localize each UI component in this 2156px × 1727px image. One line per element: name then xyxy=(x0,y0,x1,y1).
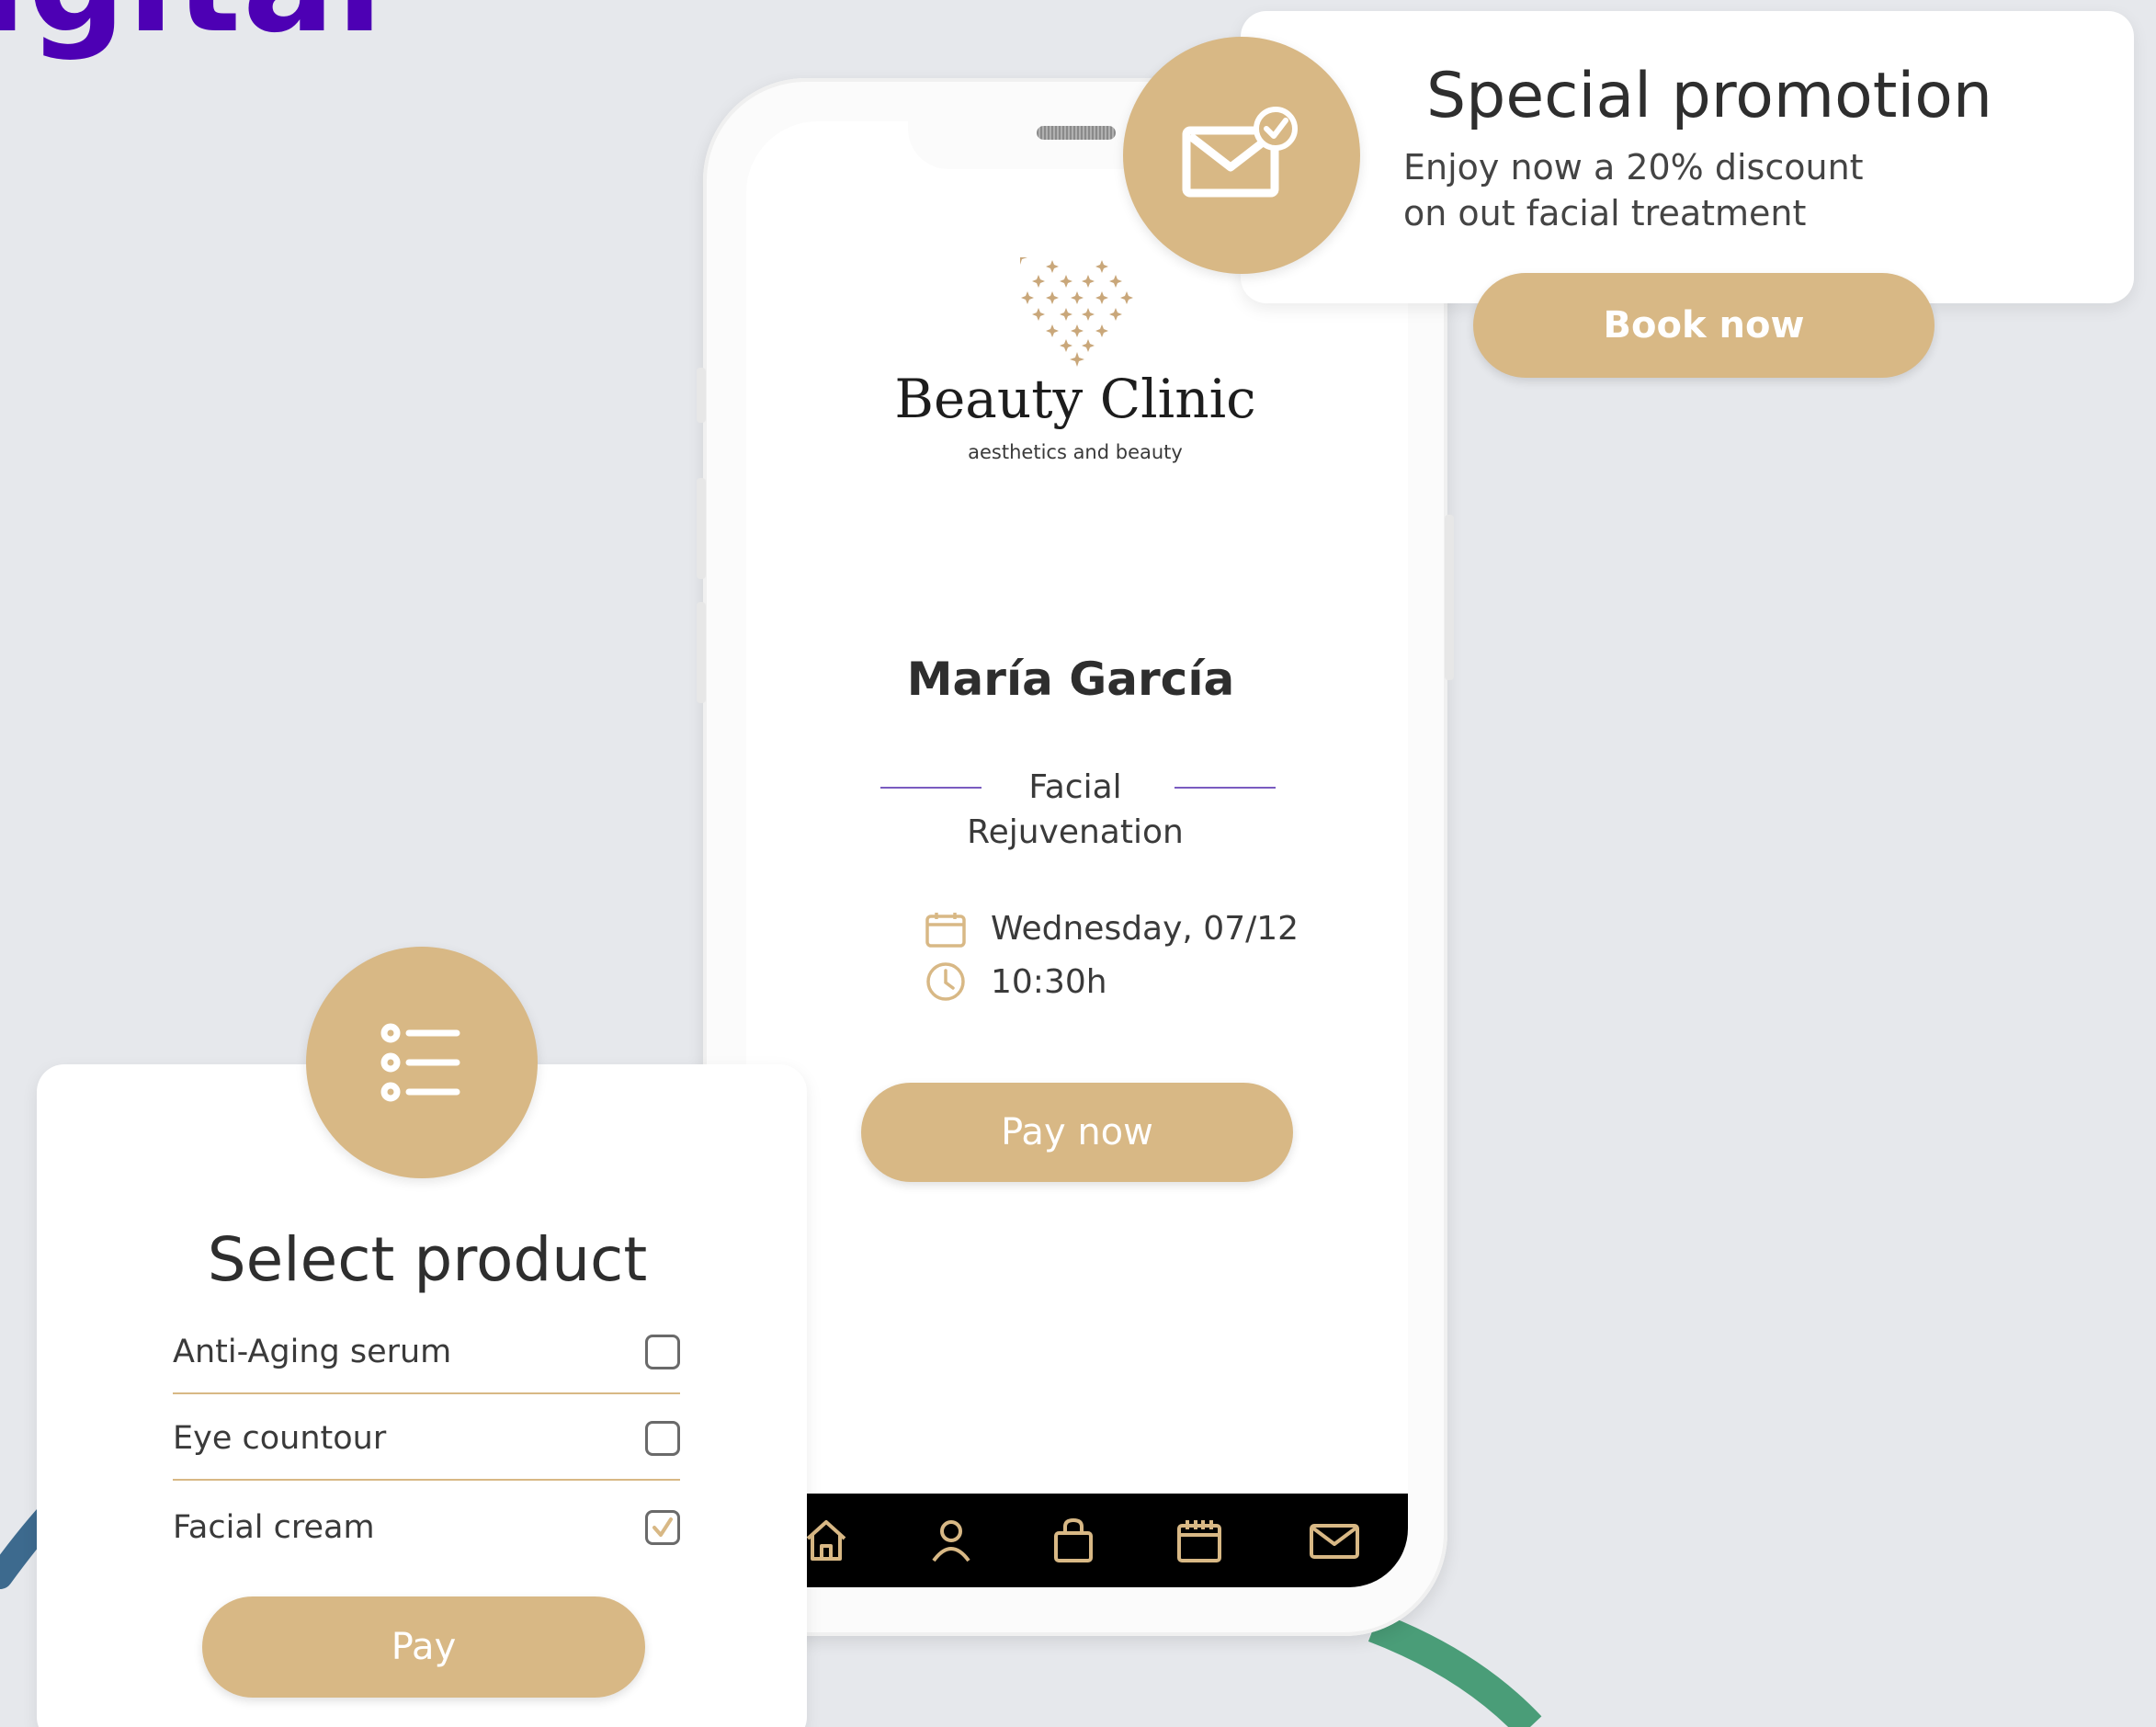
pay-button[interactable]: Pay xyxy=(202,1596,645,1698)
diamond-heart-logo-icon xyxy=(1020,257,1133,367)
product-item-label: Anti-Aging serum xyxy=(173,1334,452,1370)
product-checkbox-checked[interactable] xyxy=(645,1510,680,1545)
headline-fragment: igital xyxy=(0,0,385,51)
product-list-icon-badge xyxy=(306,947,538,1178)
treatment-line-1: Facial xyxy=(1028,768,1122,806)
treatment-name: Facial Rejuvenation xyxy=(947,765,1204,855)
treatment-line-2: Rejuvenation xyxy=(967,813,1184,851)
phone-side-button xyxy=(697,368,706,423)
product-item-label: Eye countour xyxy=(173,1420,387,1457)
pay-now-button[interactable]: Pay now xyxy=(861,1083,1293,1182)
clock-icon xyxy=(926,962,965,1001)
promotion-title: Special promotion xyxy=(1426,60,1992,132)
promotion-text-line-2: on out facial treatment xyxy=(1403,193,1807,233)
mail-check-icon xyxy=(1182,107,1298,198)
phone-side-button xyxy=(697,602,706,703)
client-name: María García xyxy=(906,653,1235,706)
appointment-date: Wednesday, 07/12 xyxy=(925,910,1299,948)
promotion-description: Enjoy now a 20% discount on out facial t… xyxy=(1403,144,1918,236)
shopping-bag-icon[interactable] xyxy=(1050,1517,1096,1564)
appointment-time: 10:30h xyxy=(925,960,1107,1003)
user-icon[interactable] xyxy=(928,1517,974,1564)
checkmark-icon xyxy=(652,1517,673,1537)
brand-name: Beauty Clinic xyxy=(894,368,1256,430)
brand-tagline: aesthetics and beauty xyxy=(968,441,1183,463)
appointment-date-text: Wednesday, 07/12 xyxy=(991,910,1299,948)
promotion-text-line-1: Enjoy now a 20% discount xyxy=(1403,147,1864,187)
phone-side-button xyxy=(697,478,706,579)
phone-speaker xyxy=(1037,126,1116,140)
appointment-time-text: 10:30h xyxy=(991,962,1107,1001)
product-item-label: Facial cream xyxy=(173,1509,375,1546)
calendar-icon[interactable] xyxy=(1176,1517,1222,1564)
mail-icon[interactable] xyxy=(1309,1517,1360,1564)
home-icon[interactable] xyxy=(803,1517,849,1564)
calendar-icon xyxy=(925,912,966,948)
product-checkbox[interactable] xyxy=(645,1421,680,1456)
book-now-button[interactable]: Book now xyxy=(1473,273,1935,378)
promotion-icon-badge xyxy=(1123,37,1360,274)
phone-side-button xyxy=(1445,515,1454,680)
select-product-title: Select product xyxy=(207,1224,648,1295)
list-icon xyxy=(380,1023,460,1102)
product-checkbox[interactable] xyxy=(645,1335,680,1369)
product-item[interactable]: Eye countour xyxy=(173,1398,680,1481)
product-item[interactable]: Anti-Aging serum xyxy=(173,1312,680,1394)
product-item[interactable]: Facial cream xyxy=(173,1486,680,1569)
